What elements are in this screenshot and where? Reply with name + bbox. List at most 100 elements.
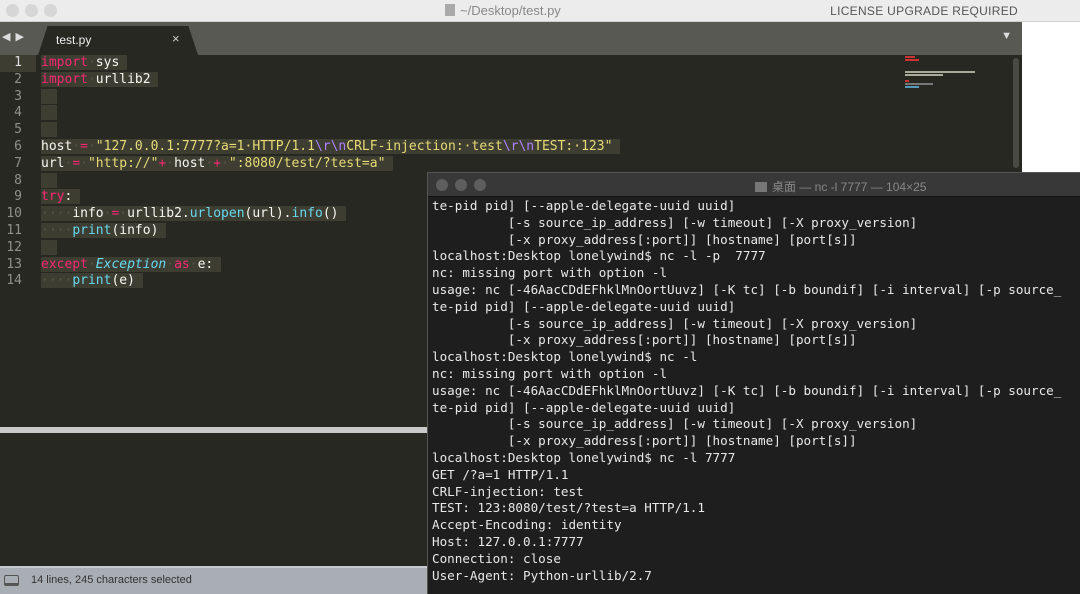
terminal-line: [-x proxy_address[:port]] [hostname] [po… bbox=[432, 231, 857, 247]
code-token: = bbox=[80, 138, 88, 154]
panel-toggle-icon[interactable] bbox=[4, 575, 19, 586]
status-text: 14 lines, 245 characters selected bbox=[31, 574, 192, 586]
selection: try: bbox=[41, 189, 81, 205]
terminal-line: CRLF-injection: test bbox=[432, 483, 584, 499]
code-token: \r\n bbox=[314, 138, 347, 154]
minimap[interactable] bbox=[905, 56, 1005, 88]
code-token: print bbox=[72, 273, 112, 289]
code-token: import bbox=[41, 71, 88, 87]
license-notice[interactable]: LICENSE UPGRADE REQUIRED bbox=[830, 4, 1018, 18]
code-token: Exception bbox=[95, 256, 167, 272]
code-token: \r\n bbox=[502, 138, 535, 154]
code-token: sys bbox=[95, 55, 120, 70]
terminal-title: 桌面 — nc -l 7777 — 104×25 bbox=[755, 178, 926, 195]
terminal-window[interactable]: 桌面 — nc -l 7777 — 104×25 te-pid pid] [--… bbox=[427, 172, 1080, 594]
selection: except·Exception·as·e: bbox=[41, 256, 222, 272]
code-token: ":8080/test/?test=a" bbox=[228, 155, 386, 171]
code-token: urllib2 bbox=[95, 71, 151, 87]
code-line: import·urllib2 bbox=[41, 71, 620, 89]
terminal-line: usage: nc [-46AacCDdEFhklMnOortUuvz] [-K… bbox=[432, 281, 1062, 297]
terminal-line: [-x proxy_address[:port]] [hostname] [po… bbox=[432, 433, 857, 449]
line-number: 7 bbox=[14, 155, 22, 171]
code-token: CRLF-injection:·test bbox=[346, 138, 503, 154]
terminal-line: Accept-Encoding: identity bbox=[432, 517, 622, 533]
code-token: "127.0.0.1:7777?a=1·HTTP/1.1 bbox=[95, 138, 315, 154]
code-token: host bbox=[41, 138, 73, 154]
line-number: 3 bbox=[14, 88, 22, 104]
terminal-title-text: 桌面 — nc -l 7777 — 104×25 bbox=[772, 180, 927, 194]
code-token: urllib2. bbox=[127, 206, 190, 222]
vertical-scrollbar[interactable] bbox=[1013, 58, 1019, 168]
title-bar: ~/Desktop/test.py LICENSE UPGRADE REQUIR… bbox=[0, 0, 1080, 22]
code-token: e: bbox=[197, 256, 214, 272]
close-window-button[interactable] bbox=[6, 4, 19, 17]
code-token: · bbox=[119, 206, 128, 222]
code-token: · bbox=[80, 155, 88, 171]
folder-icon bbox=[755, 182, 767, 192]
line-number: 8 bbox=[14, 172, 22, 188]
code-token: except bbox=[41, 256, 88, 272]
code-token: · bbox=[166, 155, 175, 171]
code-token: · bbox=[221, 155, 229, 171]
selection bbox=[41, 239, 57, 255]
code-token: () bbox=[322, 206, 339, 222]
code-token: host bbox=[174, 155, 206, 171]
code-token: (info) bbox=[111, 222, 159, 238]
terminal-minimize-button[interactable] bbox=[455, 179, 467, 191]
code-line: import·sys bbox=[41, 55, 620, 72]
tab-label: test.py bbox=[56, 33, 92, 47]
tab-menu-icon[interactable]: ▼ bbox=[1001, 30, 1012, 42]
terminal-line: Host: 127.0.0.1:7777 bbox=[432, 533, 584, 549]
tab-test-py[interactable]: test.py × bbox=[38, 26, 198, 55]
terminal-line: [-s source_ip_address] [-w timeout] [-X … bbox=[432, 214, 918, 230]
close-icon[interactable]: × bbox=[172, 31, 180, 46]
terminal-close-button[interactable] bbox=[436, 179, 448, 191]
nav-arrows-icon[interactable]: ◀ ▶ bbox=[2, 30, 25, 43]
line-number: 14 bbox=[6, 273, 22, 289]
terminal-zoom-button[interactable] bbox=[474, 179, 486, 191]
selection: ····print(info) bbox=[41, 222, 167, 238]
code-token: info bbox=[72, 206, 104, 222]
code-token: · bbox=[72, 138, 81, 154]
code-token: · bbox=[87, 55, 96, 70]
code-line bbox=[41, 105, 620, 122]
code-token: import bbox=[41, 55, 88, 70]
code-token: · bbox=[189, 256, 198, 272]
code-token: ···· bbox=[41, 273, 73, 289]
code-token: · bbox=[87, 71, 96, 87]
line-number: 2 bbox=[14, 71, 22, 87]
selection: ····print(e) bbox=[41, 273, 143, 289]
code-token: + bbox=[213, 155, 222, 171]
terminal-line: localhost:Desktop lonelywind$ nc -l 7777 bbox=[432, 449, 736, 465]
code-token: TEST:·123" bbox=[534, 138, 613, 154]
line-number: 11 bbox=[6, 222, 22, 238]
terminal-line: Connection: close bbox=[432, 550, 561, 566]
code-token: ···· bbox=[41, 222, 73, 238]
line-number: 12 bbox=[6, 239, 22, 255]
line-number: 6 bbox=[14, 138, 22, 154]
terminal-line: nc: missing port with option -l bbox=[432, 265, 668, 281]
line-number: 13 bbox=[6, 256, 22, 272]
code-token: as bbox=[174, 256, 190, 272]
code-token: urlopen bbox=[189, 206, 245, 222]
code-token: info bbox=[291, 206, 323, 222]
terminal-line: usage: nc [-46AacCDdEFhklMnOortUuvz] [-K… bbox=[432, 382, 1062, 398]
terminal-line: [-s source_ip_address] [-w timeout] [-X … bbox=[432, 416, 918, 432]
terminal-line: te-pid pid] [--apple-delegate-uuid uuid] bbox=[432, 399, 736, 415]
minimize-window-button[interactable] bbox=[25, 4, 38, 17]
terminal-line: TEST: 123:8080/test/?test=a HTTP/1.1 bbox=[432, 500, 705, 516]
code-token: = bbox=[72, 155, 81, 171]
code-token: : bbox=[64, 189, 73, 205]
zoom-window-button[interactable] bbox=[44, 4, 57, 17]
terminal-output: te-pid pid] [--apple-delegate-uuid uuid]… bbox=[432, 198, 1061, 584]
terminal-title-bar: 桌面 — nc -l 7777 — 104×25 bbox=[428, 173, 1080, 197]
terminal-line: te-pid pid] [--apple-delegate-uuid uuid] bbox=[432, 298, 736, 314]
selection bbox=[41, 88, 57, 104]
code-token: url bbox=[41, 155, 65, 171]
line-number: 4 bbox=[14, 105, 22, 121]
selection: ····info·=·urllib2.urlopen(url).info() bbox=[41, 206, 347, 222]
selection bbox=[41, 172, 57, 188]
terminal-line: nc: missing port with option -l bbox=[432, 365, 668, 381]
line-number: 5 bbox=[14, 122, 22, 138]
line-number: 10 bbox=[6, 206, 22, 222]
